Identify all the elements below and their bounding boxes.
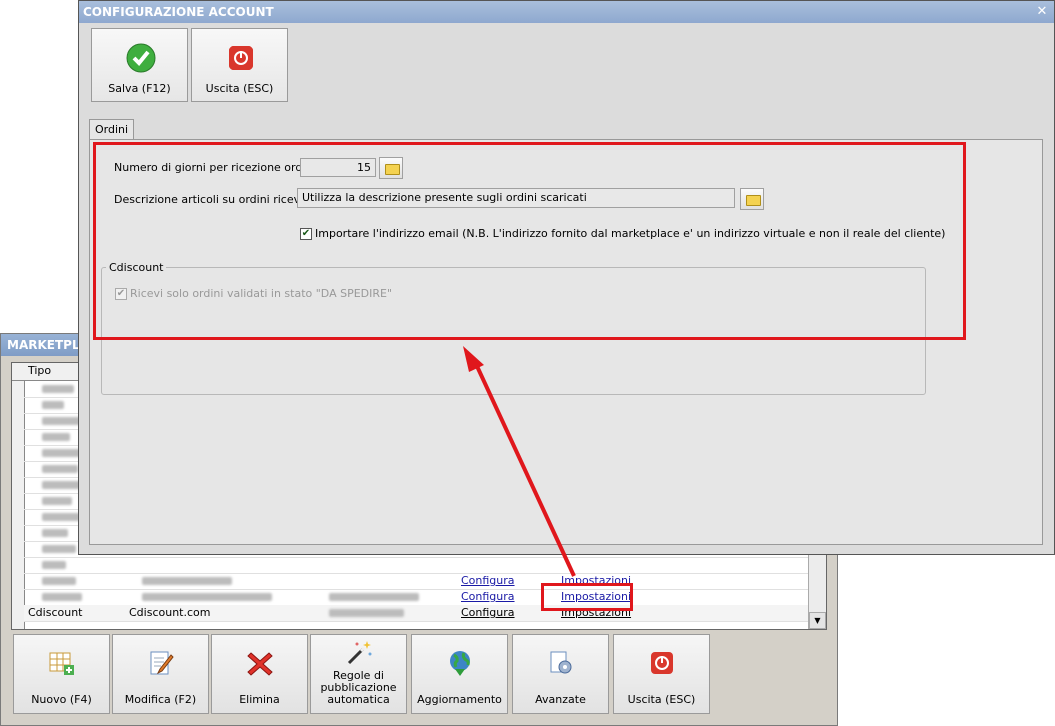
highlight-arrow: [463, 346, 576, 577]
